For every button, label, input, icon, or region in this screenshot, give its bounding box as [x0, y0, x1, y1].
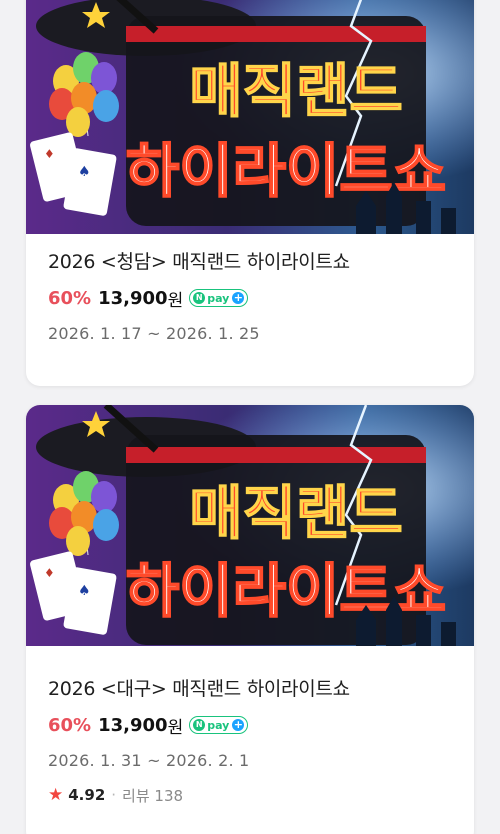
product-thumbnail[interactable]: ♦ ♠ 매직랜드 하이라이트쇼 — [26, 405, 474, 646]
rating-score: 4.92 — [68, 786, 106, 804]
sale-price: 13,900 — [98, 287, 168, 309]
review-count[interactable]: 리뷰 138 — [122, 785, 183, 806]
product-card[interactable]: ♦ ♠ 매직랜드 하이라이트쇼 2026 <청담> 매직랜드 하이라이트쇼 60… — [26, 0, 474, 386]
rating-row[interactable]: ★ 4.92 · 리뷰 138 — [48, 785, 452, 805]
magic-show-poster: ♦ ♠ 매직랜드 하이라이트쇼 — [26, 0, 474, 234]
event-dates: 2026. 1. 31 ~ 2026. 2. 1 — [48, 751, 250, 770]
price-row: 60% 13,900 원 N pay + — [48, 713, 452, 738]
event-dates: 2026. 1. 17 ~ 2026. 1. 25 — [48, 324, 260, 343]
npay-badge: N pay + — [189, 716, 249, 734]
banner-title-line1: 매직랜드 — [189, 479, 402, 547]
product-title[interactable]: 2026 <청담> 매직랜드 하이라이트쇼 — [48, 250, 452, 274]
sale-price: 13,900 — [98, 714, 168, 736]
currency-unit: 원 — [167, 717, 184, 738]
svg-text:♠: ♠ — [78, 583, 91, 599]
magic-show-poster: ♦ ♠ 매직랜드 하이라이트쇼 — [26, 405, 474, 646]
npay-n-icon: N — [193, 719, 206, 731]
discount-rate: 60% — [48, 714, 92, 736]
banner-title-line1: 매직랜드 — [189, 57, 402, 125]
product-card[interactable]: ♦ ♠ 매직랜드 하이라이트쇼 2026 <대구> 매직랜드 하이라이트쇼 60… — [26, 405, 474, 834]
star-icon: ★ — [48, 785, 64, 805]
product-feed: ♦ ♠ 매직랜드 하이라이트쇼 2026 <청담> 매직랜드 하이라이트쇼 60… — [0, 0, 500, 834]
product-thumbnail[interactable]: ♦ ♠ 매직랜드 하이라이트쇼 — [26, 0, 474, 234]
price-row: 60% 13,900 원 N pay + — [48, 286, 452, 311]
npay-label: pay — [207, 718, 230, 732]
npay-plus-icon: + — [232, 291, 245, 304]
npay-plus-icon: + — [232, 718, 245, 731]
currency-unit: 원 — [167, 290, 184, 311]
svg-text:♦: ♦ — [44, 147, 55, 161]
npay-label: pay — [207, 291, 230, 305]
separator-dot: · — [111, 786, 117, 804]
npay-badge: N pay + — [189, 289, 249, 307]
svg-text:♦: ♦ — [44, 566, 55, 580]
svg-text:♠: ♠ — [78, 164, 91, 180]
discount-rate: 60% — [48, 287, 92, 309]
product-title[interactable]: 2026 <대구> 매직랜드 하이라이트쇼 — [48, 677, 452, 701]
npay-n-icon: N — [193, 292, 206, 304]
